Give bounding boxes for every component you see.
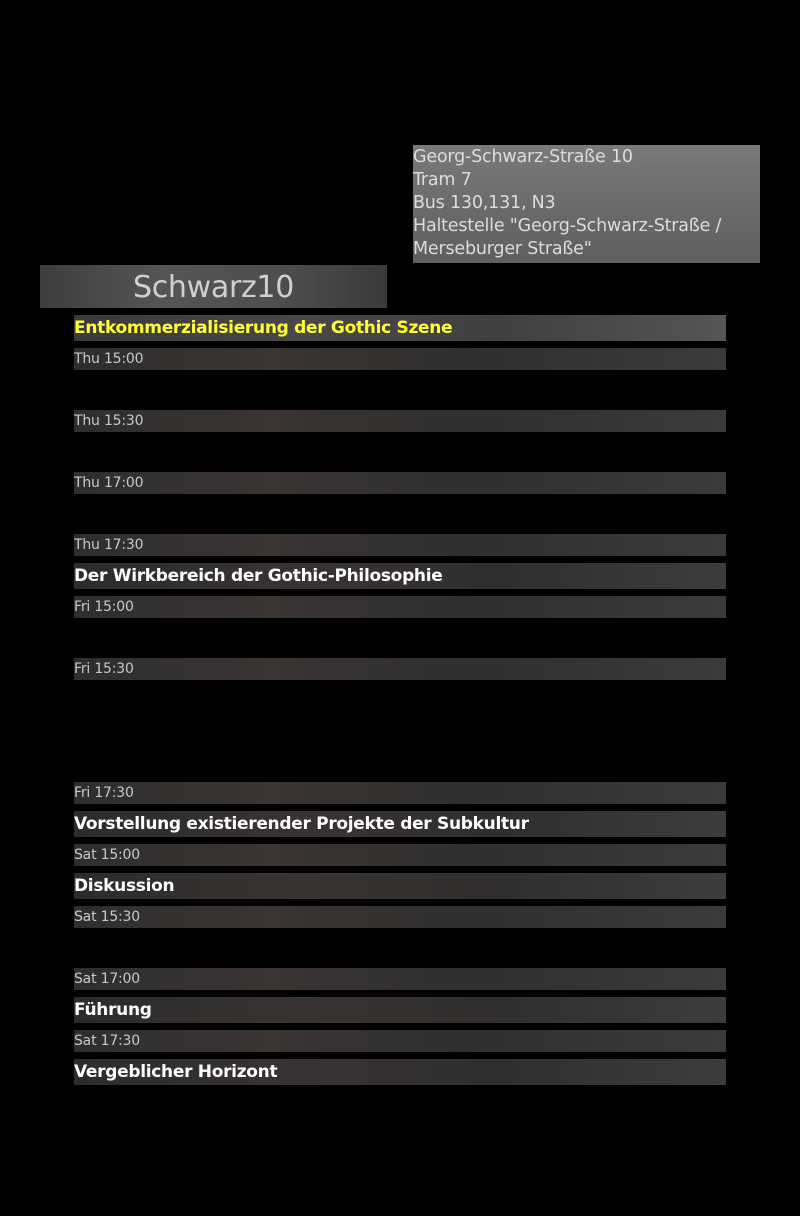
address-line-bus: Bus 130,131, N3: [413, 193, 556, 213]
time-slot-row[interactable]: Fri 15:30: [74, 658, 726, 680]
time-slot-row[interactable]: Sat 15:30: [74, 906, 726, 928]
event-row[interactable]: Führung: [74, 997, 726, 1023]
time-slot-row[interactable]: Thu 17:00: [74, 472, 726, 494]
time-slot-row[interactable]: Thu 15:30: [74, 410, 726, 432]
address-line-street: Georg-Schwarz-Straße 10: [413, 147, 633, 167]
venue-title: Schwarz10: [40, 265, 387, 308]
time-slot-row[interactable]: Sat 17:00: [74, 968, 726, 990]
event-row[interactable]: Diskussion: [74, 873, 726, 899]
event-row-selected[interactable]: Entkommerzialisierung der Gothic Szene: [74, 315, 726, 341]
time-slot-row[interactable]: Thu 15:00: [74, 348, 726, 370]
venue-address-box: Georg-Schwarz-Straße 10 Tram 7 Bus 130,1…: [413, 145, 760, 263]
event-row[interactable]: Vergeblicher Horizont: [74, 1059, 726, 1085]
time-slot-row[interactable]: Sat 17:30: [74, 1030, 726, 1052]
time-slot-row[interactable]: Sat 15:00: [74, 844, 726, 866]
address-line-stop-cont: Merseburger Straße": [413, 239, 592, 259]
address-line-stop: Haltestelle "Georg-Schwarz-Straße /: [413, 216, 722, 236]
event-row[interactable]: Der Wirkbereich der Gothic-Philosophie: [74, 563, 726, 589]
time-slot-row[interactable]: Fri 15:00: [74, 596, 726, 618]
time-slot-row[interactable]: Thu 17:30: [74, 534, 726, 556]
schedule-screen: Georg-Schwarz-Straße 10 Tram 7 Bus 130,1…: [0, 0, 800, 1216]
time-slot-row[interactable]: Fri 17:30: [74, 782, 726, 804]
event-row[interactable]: Vorstellung existierender Projekte der S…: [74, 811, 726, 837]
address-line-tram: Tram 7: [413, 170, 472, 190]
